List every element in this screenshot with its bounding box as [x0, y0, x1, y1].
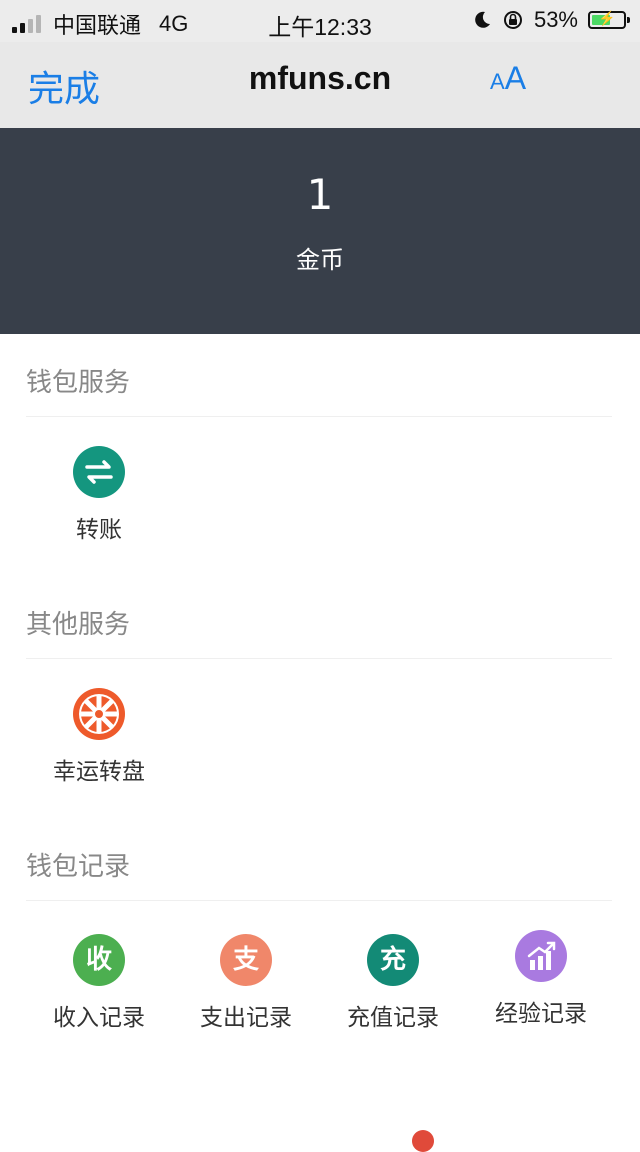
lucky-wheel-item[interactable]: 幸运转盘	[24, 688, 174, 786]
section-title-other-services: 其他服务	[26, 610, 131, 640]
status-bar: 中国联通 4G 上午12:33 53% ⚡	[0, 0, 640, 42]
recharge-records-label: 充值记录	[347, 1005, 439, 1031]
income-records-item[interactable]: 收 收入记录	[24, 934, 174, 1032]
page-title: mfuns.cn	[248, 60, 392, 96]
recharge-icon: 充	[367, 934, 419, 986]
bar-chart-icon	[515, 930, 567, 982]
expense-icon: 支	[220, 934, 272, 986]
bottom-indicator	[412, 1130, 434, 1152]
lucky-wheel-label: 幸运转盘	[53, 759, 145, 785]
divider	[26, 900, 612, 901]
divider	[26, 416, 612, 417]
text-size-small-glyph: A	[490, 69, 505, 94]
battery-icon: ⚡	[588, 10, 630, 29]
experience-records-item[interactable]: 经验记录	[466, 930, 616, 1028]
coin-balance: 1	[306, 170, 334, 219]
transfer-label: 转账	[76, 517, 122, 543]
recharge-records-item[interactable]: 充 充值记录	[318, 934, 468, 1032]
coin-label: 金币	[296, 246, 344, 274]
section-title-wallet-services: 钱包服务	[26, 368, 131, 398]
browser-nav-bar: 完成 mfuns.cn AA	[0, 42, 640, 129]
transfer-icon	[73, 446, 125, 498]
rotation-lock-icon	[503, 11, 522, 29]
income-records-label: 收入记录	[53, 1005, 145, 1031]
expense-records-label: 支出记录	[200, 1005, 292, 1031]
experience-records-label: 经验记录	[495, 1001, 587, 1027]
battery-percent: 53%	[533, 7, 578, 32]
text-size-large-glyph: A	[504, 60, 527, 96]
transfer-item[interactable]: 转账	[24, 446, 174, 544]
expense-records-item[interactable]: 支 支出记录	[171, 934, 321, 1032]
wallet-summary: 1 金币	[0, 128, 640, 334]
section-title-wallet-records: 钱包记录	[26, 852, 131, 882]
text-size-button[interactable]: AA	[490, 60, 526, 97]
divider	[26, 658, 612, 659]
moon-icon	[475, 11, 490, 28]
income-icon: 收	[73, 934, 125, 986]
lucky-wheel-icon	[73, 688, 125, 740]
status-right: 53% ⚡	[472, 7, 630, 33]
